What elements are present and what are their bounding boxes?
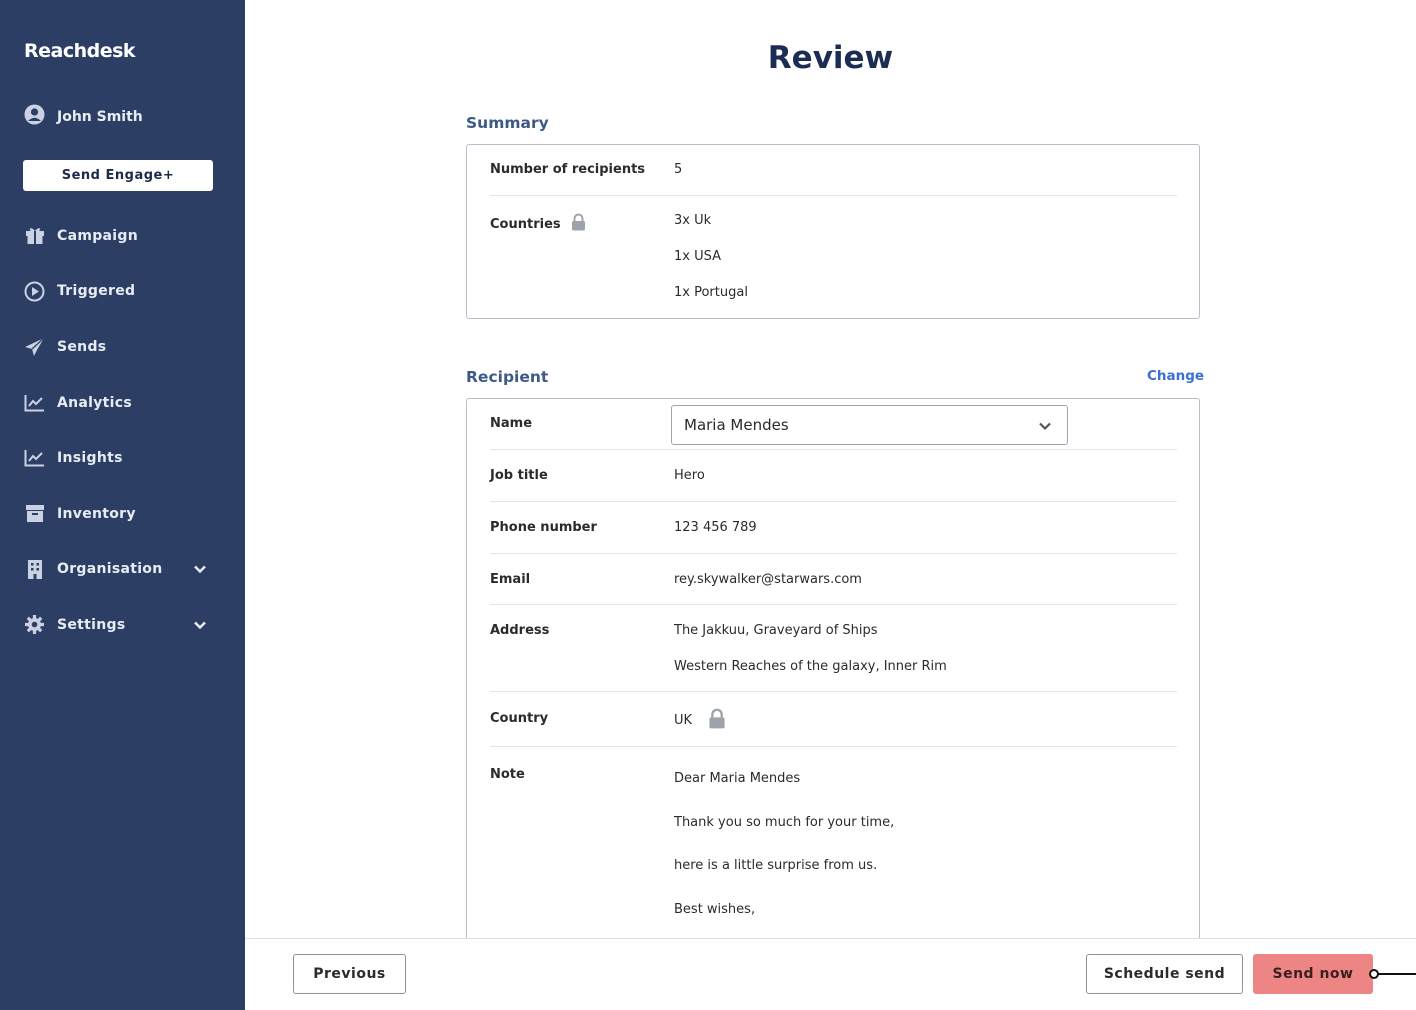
sidebar-item-campaign[interactable]: Campaign [0, 208, 245, 264]
note-line: Dear Maria Mendes [674, 771, 801, 786]
sidebar-item-analytics[interactable]: Analytics [0, 375, 245, 431]
country-count: 3x Uk [674, 213, 712, 228]
country-label: Country [490, 711, 549, 726]
send-now-button[interactable]: Send now [1253, 954, 1373, 994]
change-recipient-link[interactable]: Change [1147, 368, 1204, 384]
recipient-card: Name Maria Mendes Job title Hero Phone n… [466, 398, 1200, 938]
country-count: 1x USA [674, 249, 721, 264]
send-engage-button[interactable]: Send Engage+ [23, 160, 213, 191]
chevron-down-icon [1037, 418, 1053, 438]
sidebar-item-organisation[interactable]: Organisation [0, 542, 245, 598]
paper-plane-icon [24, 336, 45, 357]
lock-icon [708, 708, 726, 733]
note-label: Note [490, 767, 525, 782]
gear-icon [24, 614, 45, 635]
name-label: Name [490, 416, 533, 431]
countries-label: Countries [490, 216, 561, 232]
phone-value: 123 456 789 [674, 520, 757, 535]
note-line: here is a little surprise from us. [674, 858, 878, 873]
address-label: Address [490, 623, 550, 638]
recipient-row-phone: Phone number 123 456 789 [490, 502, 1177, 554]
recipient-row-address: Address The Jakkuu, Graveyard of Ships W… [490, 605, 1177, 692]
sidebar-item-label: Triggered [57, 283, 136, 300]
action-footer: Previous Schedule send Send now [245, 938, 1416, 1010]
country-value: UK [674, 713, 693, 728]
job-label: Job title [490, 468, 548, 483]
phone-label: Phone number [490, 520, 597, 535]
sidebar-item-label: Insights [57, 450, 123, 467]
recipient-row-country: Country UK [490, 692, 1177, 747]
sidebar-nav: Campaign Triggered Sends Analytics Insig… [0, 208, 245, 653]
recipients-label: Number of recipients [490, 162, 646, 177]
email-value: rey.skywalker@starwars.com [674, 572, 862, 587]
sidebar-item-label: Settings [57, 616, 126, 633]
gift-icon [24, 225, 45, 246]
summary-heading: Summary [466, 114, 549, 132]
sidebar-item-insights[interactable]: Insights [0, 430, 245, 486]
recipient-row-email: Email rey.skywalker@starwars.com [490, 554, 1177, 605]
sidebar-item-label: Inventory [57, 505, 136, 522]
previous-button[interactable]: Previous [293, 954, 406, 994]
main-content: Review Summary Number of recipients 5 Co… [245, 0, 1416, 938]
sidebar-item-label: Organisation [57, 561, 163, 578]
sidebar-item-inventory[interactable]: Inventory [0, 486, 245, 542]
lock-icon [571, 213, 586, 235]
country-value-group: UK [674, 708, 726, 733]
recipient-name-value: Maria Mendes [684, 416, 789, 434]
recipient-heading: Recipient [466, 368, 549, 386]
user-avatar-icon [24, 104, 45, 129]
recipient-name-select[interactable]: Maria Mendes [671, 405, 1068, 445]
recipient-row-job: Job title Hero [490, 450, 1177, 502]
chevron-down-icon[interactable] [192, 617, 208, 637]
play-circle-icon [24, 281, 45, 302]
sidebar-item-settings[interactable]: Settings [0, 597, 245, 653]
countries-label-group: Countries [490, 213, 586, 235]
sidebar-item-sends[interactable]: Sends [0, 319, 245, 375]
summary-row-countries: Countries 3x Uk 1x USA 1x Portugal [490, 196, 1177, 318]
line-chart-icon [24, 448, 45, 469]
line-chart-icon [24, 392, 45, 413]
sidebar: Reachdesk John Smith Send Engage+ Campai… [0, 0, 245, 1010]
archive-box-icon [24, 503, 45, 524]
job-value: Hero [674, 468, 705, 483]
brand-logo[interactable]: Reachdesk [24, 40, 136, 62]
country-count: 1x Portugal [674, 285, 748, 300]
sidebar-item-label: Sends [57, 338, 107, 355]
address-line: The Jakkuu, Graveyard of Ships [674, 623, 878, 638]
user-name: John Smith [57, 108, 143, 125]
recipients-value: 5 [674, 162, 683, 177]
sidebar-item-triggered[interactable]: Triggered [0, 264, 245, 320]
sidebar-item-label: Campaign [57, 227, 138, 244]
summary-row-recipients: Number of recipients 5 [490, 145, 1177, 196]
address-line: Western Reaches of the galaxy, Inner Rim [674, 659, 947, 674]
recipient-row-name: Name Maria Mendes [490, 399, 1177, 450]
sidebar-item-label: Analytics [57, 394, 132, 411]
building-icon [24, 559, 45, 580]
recipient-row-note: Note Dear Maria Mendes Thank you so much… [490, 747, 1177, 938]
connector-line-icon [1369, 969, 1416, 979]
note-line: Thank you so much for your time, [674, 815, 895, 830]
summary-card: Number of recipients 5 Countries 3x Uk 1… [466, 144, 1200, 319]
note-line: Best wishes, [674, 902, 756, 917]
user-profile[interactable]: John Smith [24, 104, 143, 129]
email-label: Email [490, 572, 531, 587]
page-title: Review [767, 40, 894, 76]
chevron-down-icon[interactable] [192, 561, 208, 581]
schedule-send-button[interactable]: Schedule send [1086, 954, 1243, 994]
